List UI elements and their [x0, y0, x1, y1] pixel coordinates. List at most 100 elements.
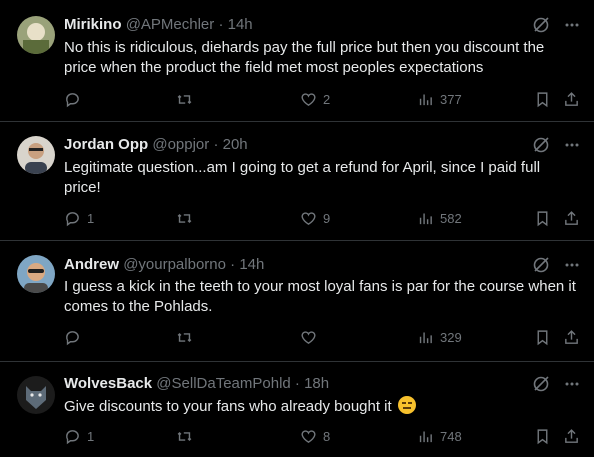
view-count: 377 [440, 92, 462, 107]
repost-icon [177, 213, 192, 224]
reply-button[interactable]: 1 [64, 428, 94, 445]
separator-dot: · [218, 16, 224, 33]
display-name[interactable]: Mirikino [64, 16, 122, 33]
bookmark-button[interactable] [534, 91, 551, 108]
share-icon [565, 429, 578, 443]
repost-icon [177, 94, 192, 105]
grok-icon[interactable] [532, 375, 550, 393]
grok-icon[interactable] [532, 16, 550, 34]
view-count: 748 [440, 429, 462, 444]
views-icon [419, 431, 432, 443]
share-icon [565, 211, 578, 225]
like-count: 8 [323, 429, 331, 444]
tweet-actions: 329 [64, 329, 580, 349]
user-handle[interactable]: @APMechler [126, 16, 215, 33]
like-count: 9 [323, 211, 331, 226]
reply-icon [66, 430, 79, 445]
bookmark-button[interactable] [534, 428, 551, 445]
expressionless-face-icon [397, 396, 416, 414]
avatar[interactable] [17, 376, 55, 414]
repost-button[interactable] [176, 329, 199, 346]
repost-button[interactable] [176, 210, 199, 227]
tweet-text: Legitimate question...am I going to get … [64, 159, 541, 196]
timestamp[interactable]: 18h [304, 375, 329, 392]
share-button[interactable] [563, 428, 580, 445]
heart-icon [301, 331, 316, 345]
more-icon[interactable] [564, 137, 580, 153]
repost-button[interactable] [176, 91, 199, 108]
repost-icon [177, 431, 192, 442]
view-count: 329 [440, 330, 462, 345]
tweet-header: Mirikino @APMechler · 14h [64, 15, 253, 35]
user-handle[interactable]: @yourpalborno [123, 256, 226, 273]
bookmark-icon [537, 211, 548, 227]
repost-button[interactable] [176, 428, 199, 445]
views-icon [419, 213, 432, 225]
tweet[interactable]: WolvesBack @SellDaTeamPohld · 18h Give d… [0, 362, 594, 457]
more-icon[interactable] [564, 17, 580, 33]
tweet[interactable]: Andrew @yourpalborno · 14h I guess a kic… [0, 241, 594, 362]
reply-feed: Mirikino @APMechler · 14h No this is rid… [0, 0, 594, 457]
tweet-top-icons [532, 374, 580, 394]
tweet[interactable]: Jordan Opp @oppjor · 20h Legitimate ques… [0, 122, 594, 241]
tweet-actions: 1 8 748 [64, 428, 580, 448]
timestamp[interactable]: 20h [223, 136, 248, 153]
bookmark-icon [537, 429, 548, 445]
tweet-text-container: Give discounts to your fans who already … [64, 396, 580, 417]
bookmark-icon [537, 92, 548, 108]
separator-dot: · [230, 256, 236, 273]
like-button[interactable]: 8 [300, 428, 330, 445]
share-button[interactable] [563, 329, 580, 346]
tweet[interactable]: Mirikino @APMechler · 14h No this is rid… [0, 0, 594, 122]
share-button[interactable] [563, 210, 580, 227]
repost-icon [177, 332, 192, 343]
views-button[interactable]: 582 [417, 210, 462, 227]
tweet-top-icons [532, 135, 580, 155]
like-button[interactable] [300, 329, 323, 346]
views-button[interactable]: 377 [417, 91, 462, 108]
views-button[interactable]: 748 [417, 428, 462, 445]
timestamp[interactable]: 14h [228, 16, 253, 33]
heart-icon [301, 93, 316, 107]
heart-icon [301, 430, 316, 444]
display-name[interactable]: Andrew [64, 256, 119, 273]
views-icon [419, 332, 432, 344]
reply-count: 1 [87, 211, 95, 226]
avatar[interactable] [17, 255, 55, 293]
reply-button[interactable] [64, 329, 87, 346]
tweet-top-icons [532, 255, 580, 275]
share-button[interactable] [563, 91, 580, 108]
tweet-text: Give discounts to your fans who already … [64, 398, 392, 415]
view-count: 582 [440, 211, 462, 226]
user-handle[interactable]: @SellDaTeamPohld [156, 375, 290, 392]
heart-icon [301, 212, 316, 226]
avatar[interactable] [17, 136, 55, 174]
like-button[interactable]: 2 [300, 91, 330, 108]
bookmark-button[interactable] [534, 210, 551, 227]
tweet-text: I guess a kick in the teeth to your most… [64, 278, 576, 315]
avatar[interactable] [17, 16, 55, 54]
views-button[interactable]: 329 [417, 329, 462, 346]
like-button[interactable]: 9 [300, 210, 330, 227]
timestamp[interactable]: 14h [239, 256, 264, 273]
user-handle[interactable]: @oppjor [152, 136, 209, 153]
reply-button[interactable]: 1 [64, 210, 94, 227]
grok-icon[interactable] [532, 136, 550, 154]
views-icon [419, 94, 432, 106]
reply-icon [66, 331, 79, 346]
tweet-header: WolvesBack @SellDaTeamPohld · 18h [64, 374, 329, 394]
separator-dot: · [294, 375, 300, 392]
like-count: 2 [323, 92, 331, 107]
more-icon[interactable] [564, 257, 580, 273]
display-name[interactable]: Jordan Opp [64, 136, 148, 153]
tweet-header: Jordan Opp @oppjor · 20h [64, 135, 248, 155]
bookmark-button[interactable] [534, 329, 551, 346]
display-name[interactable]: WolvesBack [64, 375, 152, 392]
share-icon [565, 330, 578, 344]
tweet-actions: 2 377 [64, 91, 580, 111]
reply-button[interactable] [64, 91, 87, 108]
grok-icon[interactable] [532, 256, 550, 274]
share-icon [565, 92, 578, 106]
more-icon[interactable] [564, 376, 580, 392]
tweet-text: No this is ridiculous, diehards pay the … [64, 39, 545, 76]
